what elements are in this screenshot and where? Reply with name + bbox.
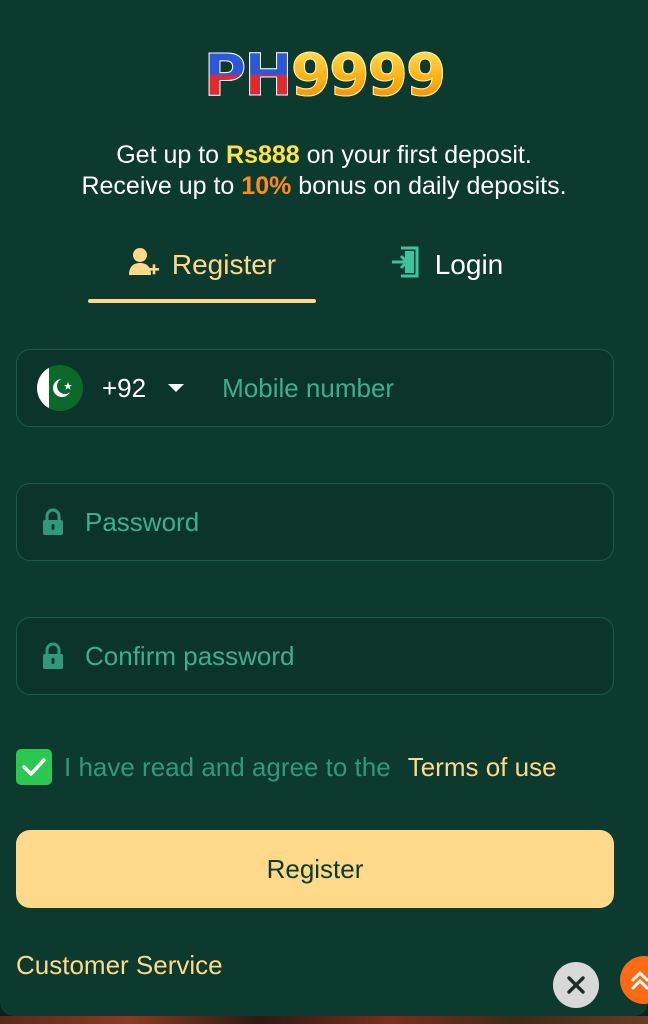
scroll-top-button[interactable] [620,956,648,1004]
country-code[interactable]: +92 [102,373,146,404]
pakistan-flag-icon[interactable] [37,365,83,411]
promo-line-2-prefix: Receive up to [81,172,242,200]
lock-icon [41,642,65,670]
promo-amount: Rs888 [226,141,300,169]
promo-line-1: Get up to Rs888 on your first deposit. [0,140,648,171]
add-user-icon [128,247,160,284]
tab-login-label: Login [434,249,504,280]
promo-line-1-prefix: Get up to [116,141,227,169]
logo-ph-text: PH [203,41,293,109]
login-icon [389,245,423,286]
mobile-number-field: +92 Mobile number [16,349,614,427]
terms-of-use-link[interactable]: Terms of use [408,752,557,783]
password-input[interactable]: Password [85,507,199,538]
double-chevron-up-icon [631,971,648,990]
lock-icon [41,508,65,536]
check-icon [22,758,46,776]
promo-line-2-suffix: bonus on daily deposits. [291,172,567,200]
promo-line-1-suffix: on your first deposit. [299,141,532,169]
terms-agreement: I have read and agree to the Terms of us… [16,748,557,786]
auth-tabs: Register Login [0,236,648,306]
register-panel: PH 9999 Get up to Rs888 on your first de… [0,0,648,1016]
agree-checkbox[interactable] [16,749,52,785]
password-field: Password [16,483,614,561]
tab-register-label: Register [171,249,277,280]
promo-line-2: Receive up to 10% bonus on daily deposit… [0,171,648,202]
tab-login[interactable]: Login [330,236,562,294]
tab-register[interactable]: Register [88,236,316,294]
brand-logo: PH 9999 [0,40,648,110]
register-button[interactable]: Register [16,830,614,908]
customer-service-link[interactable]: Customer Service [16,950,223,981]
background-banner-strip [0,1016,648,1024]
close-button[interactable] [553,962,599,1008]
logo-number-text: 9999 [290,41,446,109]
promo-text: Get up to Rs888 on your first deposit. R… [0,140,648,202]
mobile-number-input[interactable]: Mobile number [222,373,394,404]
active-tab-indicator [88,299,316,303]
confirm-password-input[interactable]: Confirm password [85,641,295,672]
close-icon [567,976,585,994]
confirm-password-field: Confirm password [16,617,614,695]
promo-percent: 10% [241,172,292,200]
chevron-down-icon[interactable] [168,384,185,392]
agree-label: I have read and agree to the [64,751,391,782]
